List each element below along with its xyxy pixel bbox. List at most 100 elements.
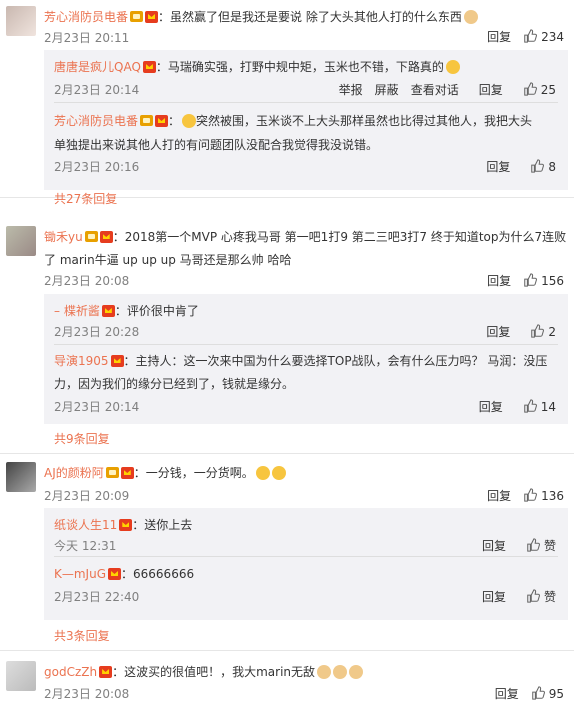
like-count: 8 [548, 160, 556, 174]
reply-username[interactable]: 导演1905 [54, 354, 109, 368]
chevron-icon: – [54, 304, 64, 318]
like-count: 14 [540, 400, 556, 414]
like-button[interactable]: 95 [531, 687, 564, 701]
divider [54, 556, 558, 557]
like-count: 25 [540, 83, 556, 97]
like-button[interactable]: 14 [523, 400, 556, 414]
vip-crown-icon [99, 231, 113, 243]
avatar[interactable] [6, 226, 36, 256]
like-count: 95 [548, 687, 564, 701]
like-button[interactable]: 25 [523, 83, 556, 97]
vip-crown-icon [120, 467, 134, 479]
fan-badge-icon [130, 11, 144, 22]
reply-button[interactable]: 回复 [495, 687, 519, 701]
comment-text-line2: 了 marin牛逼 up up up 马哥还是那么帅 哈哈 [44, 253, 292, 267]
reply-button[interactable]: 回复 [486, 325, 510, 339]
thumbs-up-icon [526, 589, 540, 603]
divider [54, 344, 558, 345]
avatar[interactable] [6, 462, 36, 492]
comment-item: 芳心消防员电番 ：虽然赢了但是我还是要说 除了大头其他人打的什么东西 2月23日 … [0, 0, 574, 206]
comment-item: 锄禾yu ：2018第一个MVP 心疼我马哥 第一吧1打9 第二三吧3打7 终于知… [0, 218, 574, 454]
emoji-icon [445, 60, 460, 74]
reply-text: ：66666666 [121, 567, 195, 581]
reply-username[interactable]: 楪祈酱 [64, 304, 100, 318]
more-replies-link[interactable]: 共9条回复 [54, 430, 568, 447]
thumbs-up-icon [530, 159, 544, 173]
like-button[interactable]: 2 [530, 325, 556, 339]
like-button[interactable]: 8 [530, 160, 556, 174]
reply-text: ：评价很中肯了 [114, 304, 199, 318]
vip-crown-icon [108, 568, 122, 580]
reply-text-line2: 单独提出来说其他人打的有问题团队没配合我觉得我没说错。 [54, 138, 379, 152]
vip-crown-icon [99, 666, 113, 678]
thumbs-up-icon [526, 538, 540, 552]
divider [54, 102, 558, 103]
thumbs-up-icon [530, 324, 544, 338]
comment-text: ：这波买的很值吧！，我大marin无敌 [112, 665, 316, 679]
reply-username[interactable]: 唐唐是疯儿QAQ [54, 60, 141, 74]
reply-box: – 楪祈酱 ：评价很中肯了 2月23日 20:28 回复 2 导演1905 ：主持人：… [44, 294, 568, 424]
reply-username[interactable]: 芳心消防员电番 [54, 114, 138, 128]
view-conversation-link[interactable]: 查看对话 [411, 83, 459, 97]
thumbs-up-icon [523, 488, 537, 502]
reply-box: 唐唐是疯儿QAQ ：马瑞确实强，打野中规中矩，玉米也不错，下路真的 2月23日 2… [44, 50, 568, 190]
comment-username[interactable]: 芳心消防员电番 [44, 10, 128, 24]
thumbs-up-icon [531, 686, 545, 700]
thumbs-up-icon [523, 82, 537, 96]
thumbs-up-icon [523, 273, 537, 287]
vip-crown-icon [119, 519, 133, 531]
emoji-icon [463, 10, 478, 24]
comment-username[interactable]: 锄禾yu [44, 230, 83, 244]
reply-button[interactable]: 回复 [479, 83, 503, 97]
vip-crown-icon [145, 11, 159, 23]
comment-text: ：2018第一个MVP 心疼我马哥 第一吧1打9 第二三吧3打7 终于知道top… [112, 230, 567, 244]
avatar[interactable] [6, 6, 36, 36]
reply-box: 纸谈人生11 ：送你上去 今天 12:31 回复赞 K—mJuG ：66666666… [44, 508, 568, 620]
reply-text: ：主持人：这一次来中国为什么要选择TOP战队，会有什么压力吗？ 马润：没压 [123, 354, 548, 368]
reply-button[interactable]: 回复 [479, 400, 503, 414]
emoji-icon [182, 114, 197, 128]
reply-button[interactable]: 回复 [487, 30, 511, 44]
reply-button[interactable]: 回复 [482, 539, 506, 553]
reply-text: ：马瑞确实强，打野中规中矩，玉米也不错，下路真的 [155, 60, 444, 74]
emoji-icon [317, 665, 332, 679]
like-button[interactable]: 136 [523, 489, 564, 503]
comment-username[interactable]: AJ的颜粉阿 [44, 466, 104, 480]
like-button[interactable]: 234 [523, 30, 564, 44]
comment-item: AJ的颜粉阿 ：一分钱，一分货啊。 2月23日 20:09 回复 136 纸谈人生1… [0, 454, 574, 651]
reply-text: ：送你上去 [132, 518, 193, 532]
reply-username[interactable]: 纸谈人生11 [54, 518, 117, 532]
comment-text: ：虽然赢了但是我还是要说 除了大头其他人打的什么东西 [158, 10, 462, 24]
like-label: 赞 [543, 539, 556, 553]
reply-button[interactable]: 回复 [486, 160, 510, 174]
more-replies-link[interactable]: 共3条回复 [54, 627, 568, 644]
reply-button[interactable]: 回复 [482, 590, 506, 604]
emoji-icon [333, 665, 348, 679]
like-button[interactable]: 156 [523, 274, 564, 288]
comment-item: godCzZh ：这波买的很值吧！，我大marin无敌 2月23日 20:08 回… [0, 651, 574, 711]
vip-crown-icon [101, 305, 115, 317]
vip-crown-icon [110, 355, 124, 367]
reply-button[interactable]: 回复 [487, 274, 511, 288]
like-count: 156 [541, 274, 564, 288]
more-replies-link[interactable]: 共27条回复 [54, 190, 568, 207]
like-count: 234 [541, 30, 564, 44]
emoji-icon [255, 466, 270, 480]
reply-button[interactable]: 回复 [487, 489, 511, 503]
report-link[interactable]: 举报 [339, 83, 363, 97]
like-button[interactable]: 赞 [526, 590, 556, 604]
like-count: 136 [541, 489, 564, 503]
comment-text: ：一分钱，一分货啊。 [133, 466, 254, 480]
vip-crown-icon [142, 61, 156, 73]
reply-text-line2: 力，因为我们的缘分已经到了，钱就是缘分。 [54, 377, 295, 391]
like-button[interactable]: 赞 [526, 539, 556, 553]
block-link[interactable]: 屏蔽 [375, 83, 399, 97]
reply-text-prefix: ： [168, 114, 181, 128]
emoji-icon [271, 466, 286, 480]
avatar[interactable] [6, 661, 36, 691]
comment-username[interactable]: godCzZh [44, 665, 97, 679]
emoji-icon [349, 665, 364, 679]
reply-text: 突然被围，玉米谈不上大头那样虽然也比得过其他人，我把大头 [196, 114, 533, 128]
thumbs-up-icon [523, 399, 537, 413]
reply-username[interactable]: K—mJuG [54, 567, 106, 581]
